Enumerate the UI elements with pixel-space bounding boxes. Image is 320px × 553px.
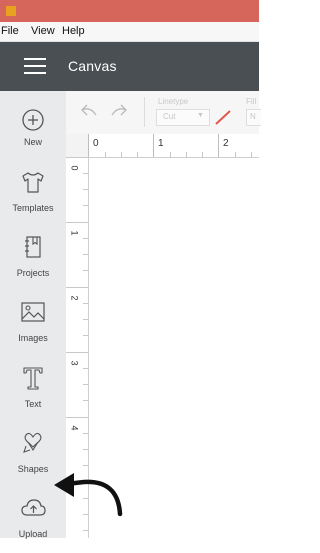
sidebar-item-text[interactable]: Text [0, 359, 66, 423]
sidebar-item-projects[interactable]: Projects [0, 228, 66, 292]
horizontal-ruler: 0 1 2 [88, 134, 259, 158]
fill-label: Fill [246, 97, 257, 106]
sidebar-item-new[interactable]: New [0, 101, 66, 165]
sidebar-item-label: Images [18, 333, 48, 343]
linetype-value: Cut [163, 112, 176, 121]
shapes-icon [23, 432, 42, 453]
undo-icon[interactable] [80, 103, 98, 117]
text-t-icon [23, 367, 43, 390]
sidebar-item-images[interactable]: Images [0, 293, 66, 357]
ruler-corner [66, 134, 89, 158]
tshirt-icon [22, 172, 44, 193]
image-icon [21, 302, 45, 322]
ruler-label: 1 [158, 138, 164, 149]
sidebar-item-label: Text [24, 399, 42, 409]
toolbar-divider [144, 97, 145, 127]
sidebar-item-label: Templates [12, 203, 54, 213]
app-header: Canvas [0, 42, 259, 91]
menu-file[interactable]: File [1, 25, 19, 37]
window-titlebar [0, 0, 259, 22]
ruler-label: 4 [69, 425, 80, 431]
edit-toolbar: Linetype Cut ▼ Fill N [66, 91, 261, 135]
redo-icon[interactable] [110, 103, 128, 117]
sidebar-item-templates[interactable]: Templates [0, 163, 66, 227]
ruler-label: 1 [69, 230, 80, 236]
menu-view[interactable]: View [31, 25, 55, 37]
sidebar-item-label: Projects [16, 268, 50, 278]
ruler-label: 3 [69, 360, 80, 366]
linetype-label: Linetype [158, 97, 189, 106]
notebook-icon [25, 236, 41, 258]
linetype-select[interactable]: Cut ▼ [156, 109, 210, 126]
ruler-label: 0 [93, 138, 99, 149]
ruler-label: 2 [69, 295, 80, 301]
menu-bar: File View Help [0, 22, 259, 42]
annotation-arrow-icon [54, 473, 123, 517]
fill-value: N [250, 112, 256, 121]
sidebar-item-label: New [23, 137, 42, 147]
ruler-label: 2 [223, 138, 229, 149]
ruler-label: 0 [69, 165, 80, 171]
chevron-down-icon: ▼ [197, 112, 204, 119]
page-title: Canvas [68, 58, 117, 74]
hamburger-menu-icon[interactable] [24, 58, 46, 74]
menu-help[interactable]: Help [62, 25, 85, 37]
fill-select[interactable]: N [246, 109, 261, 126]
app-icon [6, 6, 16, 16]
linetype-color-swatch-icon[interactable] [214, 109, 232, 125]
plus-circle-icon [22, 109, 44, 131]
